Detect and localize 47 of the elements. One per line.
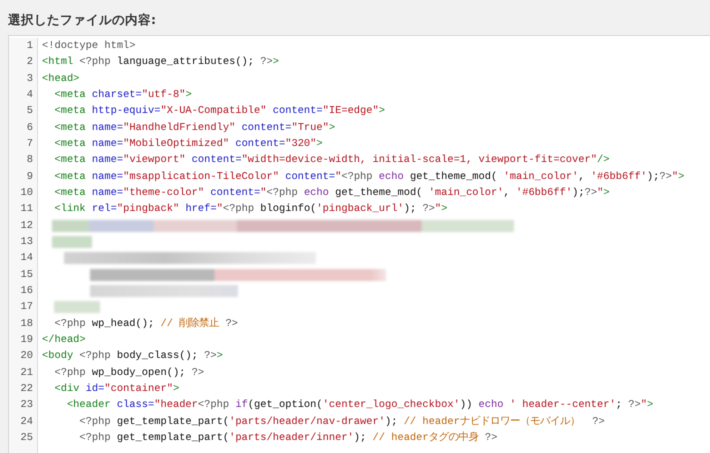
line-number: 4	[26, 88, 33, 103]
line-number: 13	[20, 234, 33, 250]
line-number: 2	[26, 55, 33, 70]
blurred-code	[54, 301, 100, 314]
code-line: <body <?php body_class(); ?>>	[42, 349, 223, 364]
code-line: <div id="container">	[53, 382, 180, 397]
line-number: 14	[20, 251, 33, 266]
code-line: <html <?php language_attributes(); ?>>	[42, 55, 279, 70]
blurred-code	[52, 236, 92, 248]
line-number: 7	[26, 136, 33, 152]
code-line: <meta name="MobileOptimized" content="320">	[53, 136, 323, 152]
line-number: 3	[26, 72, 33, 87]
line-number: 8	[26, 153, 33, 168]
code-line: <meta name="theme-color" content="<?php echo get_theme_mod( 'main_color', '#6bb6ff');?>">	[53, 186, 610, 201]
line-number: 15	[20, 268, 33, 283]
line-number: 12	[20, 218, 33, 234]
line-number: 1	[26, 39, 33, 54]
line-number: 20	[20, 349, 33, 364]
code-line: <?php wp_body_open(); ?>	[53, 366, 204, 381]
code-line: <link rel="pingback" href="<?php bloginfo('pingback_url'); ?>">	[53, 202, 448, 218]
line-number: 24	[20, 414, 33, 430]
line-number: 25	[20, 430, 33, 446]
code-line: <header class="header<?php if(get_option('center_logo_checkbox')) echo ' header--center'; ?>">	[66, 398, 654, 414]
line-number: 10	[20, 186, 33, 201]
line-number: 23	[20, 398, 33, 414]
code-line: <?php get_template_part('parts/header/inner'); // headerタグの中身 ?>	[78, 430, 498, 446]
line-number: 9	[26, 170, 33, 185]
code-line: <meta name="msapplication-TileColor" content="<?php echo get_theme_mod( 'main_color', '#6bb6ff');?>">	[53, 170, 684, 185]
code-line: <meta name="viewport" content="width=device-width, initial-scale=1, viewport-fit=cover"/>	[53, 153, 610, 168]
line-number: 19	[20, 332, 33, 348]
line-number: 21	[20, 366, 33, 381]
code-line: <!doctype html>	[42, 39, 136, 54]
section-heading: 選択したファイルの内容:	[8, 11, 156, 29]
line-number: 17	[20, 300, 33, 316]
code-line: <head>	[42, 72, 80, 87]
line-number: 5	[26, 104, 33, 120]
line-number: 11	[20, 202, 33, 218]
line-number: 22	[20, 382, 33, 397]
code-line: <meta http-equiv="X-UA-Compatible" content="IE=edge">	[53, 104, 385, 120]
code-line: <?php wp_head(); // 削除禁止 ?>	[53, 316, 238, 332]
code-line: <meta charset="utf-8">	[53, 88, 192, 103]
code-line: <?php get_template_part('parts/header/nav-drawer'); // headerナビドロワー（モバイル） ?>	[78, 414, 605, 430]
line-number: 16	[20, 284, 33, 299]
line-number: 6	[26, 120, 33, 136]
code-line: </head>	[42, 332, 86, 348]
code-line: <meta name="HandheldFriendly" content="True">	[53, 120, 336, 136]
line-number: 18	[20, 316, 33, 332]
